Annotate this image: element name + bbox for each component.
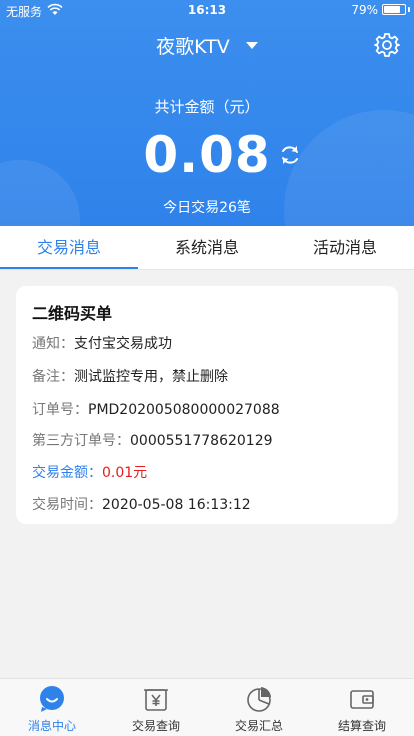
transaction-time-value: 2020-05-08 16:13:12 (102, 497, 251, 513)
third-party-order-value: 0000551778620129 (130, 433, 273, 449)
order-number-label: 订单号： (32, 402, 88, 418)
transaction-time-label: 交易时间： (32, 497, 102, 513)
remark-row: 备注：测试监控专用，禁止删除 (32, 366, 228, 386)
header-banner: 无服务 16:13 79% 夜歌KTV 共计金额（元） 0.08 今日交易26笔 (0, 0, 414, 226)
notification-value: 支付宝交易成功 (74, 336, 172, 352)
notification-label: 通知： (32, 336, 74, 352)
refresh-icon[interactable] (278, 143, 302, 167)
nav-label: 交易查询 (131, 719, 180, 733)
message-card[interactable]: 二维码买单 通知：支付宝交易成功 备注：测试监控专用，禁止删除 订单号：PMD2… (16, 286, 398, 524)
order-number-value: PMD202005080000027088 (88, 402, 280, 418)
bottom-tab-bar: 消息中心 交易查询 交易汇总 结算查询 (0, 678, 414, 736)
caret-down-icon (245, 42, 258, 49)
battery-percent: 79% (351, 3, 378, 17)
battery-tip (408, 7, 410, 12)
pie-chart-icon (247, 687, 271, 712)
message-title: 二维码买单 (32, 304, 113, 323)
remark-value: 测试监控专用，禁止删除 (74, 369, 228, 385)
store-name: 夜歌KTV (156, 36, 230, 58)
total-amount-value: 0.08 (143, 126, 271, 184)
battery-level (384, 6, 400, 13)
nav-transaction-query[interactable]: 交易查询 (104, 679, 208, 736)
nav-label: 消息中心 (27, 719, 76, 733)
wallet-icon (350, 690, 374, 709)
tab-system-messages[interactable]: 系统消息 (138, 226, 276, 270)
tab-transaction-messages[interactable]: 交易消息 (0, 226, 138, 270)
transaction-amount-row: 交易金额：0.01元 (32, 462, 147, 482)
battery-icon (382, 4, 406, 15)
nav-settlement-query[interactable]: 结算查询 (310, 679, 414, 736)
notification-row: 通知：支付宝交易成功 (32, 333, 172, 353)
remark-label: 备注： (32, 369, 74, 385)
message-tabs: 交易消息 系统消息 活动消息 (0, 226, 414, 270)
tab-activity-messages[interactable]: 活动消息 (276, 226, 414, 270)
today-transaction-count: 今日交易26笔 (163, 200, 251, 216)
message-bubble-icon (40, 686, 64, 712)
status-bar: 无服务 16:13 79% (0, 0, 414, 20)
nav-label: 交易汇总 (234, 719, 283, 733)
order-number-row: 订单号：PMD202005080000027088 (32, 399, 280, 419)
yuan-receipt-icon (144, 689, 168, 711)
total-amount-label: 共计金额（元） (154, 98, 260, 116)
nav-message-center[interactable]: 消息中心 (0, 679, 104, 736)
gear-icon[interactable] (374, 32, 400, 58)
nav-label: 结算查询 (337, 719, 386, 733)
store-selector[interactable]: 夜歌KTV (0, 32, 414, 59)
nav-transaction-summary[interactable]: 交易汇总 (207, 679, 311, 736)
third-party-order-row: 第三方订单号：0000551778620129 (32, 430, 273, 450)
transaction-amount-label: 交易金额： (32, 465, 102, 481)
active-tab-indicator (0, 267, 138, 269)
transaction-time-row: 交易时间：2020-05-08 16:13:12 (32, 494, 251, 514)
third-party-order-label: 第三方订单号： (32, 433, 130, 449)
transaction-amount-value: 0.01元 (102, 465, 148, 481)
